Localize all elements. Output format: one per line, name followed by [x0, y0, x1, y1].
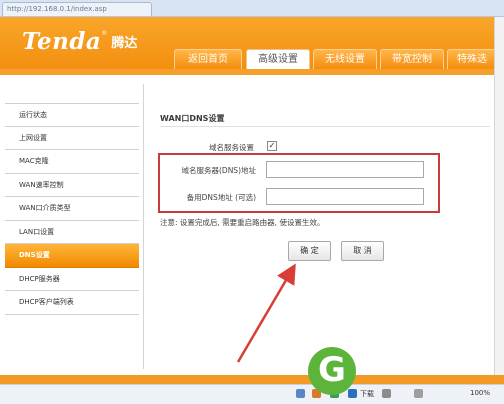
browser-status-bar: 下载 100% [0, 384, 504, 404]
download-label[interactable]: 下载 [360, 389, 374, 399]
zoom-level[interactable]: 100% [470, 389, 490, 397]
zoom-icon[interactable] [414, 389, 423, 398]
watermark-glyph: G [318, 350, 346, 390]
site-watermark-logo: G [308, 347, 356, 395]
settings-icon[interactable] [382, 389, 391, 398]
page-footer-bar [0, 375, 504, 384]
browser-window: http://192.168.0.1/index.asp Tenda ® 腾达 … [0, 0, 504, 404]
annotation-arrow [236, 263, 296, 363]
security-icon[interactable] [296, 389, 305, 398]
